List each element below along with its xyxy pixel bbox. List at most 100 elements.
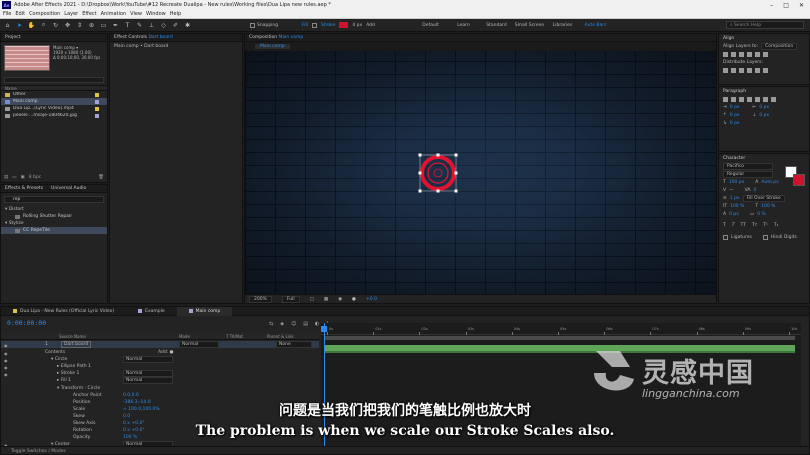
visibility-eye-icon[interactable]: ◉ bbox=[4, 351, 8, 356]
add-button[interactable]: Add: ● bbox=[158, 350, 174, 355]
add-label[interactable]: Add bbox=[366, 23, 375, 28]
fill-label[interactable]: Fill bbox=[302, 23, 308, 28]
fx-item-cc-repetile[interactable]: CC RepeTile bbox=[1, 227, 107, 234]
orbit-camera-icon[interactable]: ↻ bbox=[52, 22, 59, 29]
timeline-tab-example[interactable]: Example bbox=[126, 307, 177, 316]
indent-left-value[interactable]: 0 px bbox=[730, 105, 740, 110]
region-of-interest-icon[interactable]: ▢ bbox=[310, 297, 314, 302]
column-trkmat[interactable]: T TrkMat bbox=[226, 334, 243, 339]
align-text-left-icon[interactable] bbox=[723, 96, 728, 102]
trash-icon[interactable]: 🗑 bbox=[98, 175, 104, 180]
justify-center-icon[interactable] bbox=[755, 96, 760, 102]
dart-board-shape[interactable] bbox=[245, 51, 716, 296]
resolution-dropdown[interactable]: Full bbox=[281, 295, 300, 303]
frame-blending-icon[interactable]: ▤ bbox=[303, 321, 308, 327]
column-name[interactable]: Name bbox=[5, 86, 17, 91]
close-button[interactable]: ✕ bbox=[799, 2, 804, 9]
project-search-input[interactable] bbox=[4, 77, 104, 83]
faux-italic-icon[interactable]: T bbox=[732, 223, 735, 228]
stroke-width-value[interactable]: 4 px bbox=[352, 23, 362, 28]
exposure-value[interactable]: +0.0 bbox=[366, 297, 377, 302]
motion-blur-icon[interactable]: ◐ bbox=[315, 321, 319, 327]
space-after-value[interactable]: 0 px bbox=[759, 113, 769, 118]
fx-category-stylize[interactable]: ▾ Stylize bbox=[1, 220, 107, 227]
menu-view[interactable]: View bbox=[130, 11, 142, 17]
column-mode[interactable]: Mode bbox=[179, 334, 190, 339]
tsume-value[interactable]: 0 % bbox=[757, 212, 766, 217]
first-indent-value[interactable]: 0 px bbox=[730, 121, 740, 126]
property-row[interactable]: ◉ ▸ Ellipse Path 1 bbox=[1, 363, 319, 370]
menu-animation[interactable]: Animation bbox=[101, 11, 127, 17]
comp-mini-flowchart-icon[interactable]: ⇆ bbox=[269, 321, 273, 327]
selection-tool-icon[interactable]: ➤ bbox=[16, 22, 23, 29]
paragraph-title[interactable]: Paragraph bbox=[719, 87, 809, 95]
justify-left-icon[interactable] bbox=[747, 96, 752, 102]
project-item[interactable]: Other bbox=[1, 91, 107, 98]
menu-effect[interactable]: Effect bbox=[82, 11, 96, 17]
pan-camera-icon[interactable]: ✥ bbox=[64, 22, 71, 29]
small-caps-icon[interactable]: Tт bbox=[752, 223, 757, 228]
transparency-grid-icon[interactable]: ▦ bbox=[324, 297, 328, 302]
eraser-tool-icon[interactable]: ◇ bbox=[160, 22, 167, 29]
snapshot-icon[interactable]: ◉ bbox=[338, 297, 342, 302]
label-color-tag[interactable] bbox=[95, 99, 99, 104]
ligatures-checkbox[interactable] bbox=[723, 234, 728, 240]
all-caps-icon[interactable]: TT bbox=[741, 223, 746, 228]
workspace-standard[interactable]: Standard bbox=[480, 23, 513, 28]
distribute-icon[interactable] bbox=[747, 67, 752, 73]
visibility-eye-icon[interactable]: ◉ bbox=[4, 365, 8, 370]
visibility-eye-icon[interactable]: ◉ bbox=[4, 372, 8, 377]
workspace-learn[interactable]: Learn bbox=[447, 23, 480, 28]
project-item[interactable]: pexels-...msaje-1804620.jpg bbox=[1, 112, 107, 119]
dolly-camera-icon[interactable]: ⇕ bbox=[76, 22, 83, 29]
distribute-icon[interactable] bbox=[755, 67, 760, 73]
maximize-button[interactable]: □ bbox=[783, 2, 789, 9]
effects-search-input[interactable]: rep bbox=[4, 196, 104, 203]
align-left-icon[interactable] bbox=[723, 51, 728, 57]
align-layers-to-dropdown[interactable]: Composition bbox=[761, 42, 798, 50]
property-row[interactable]: ◉ ▾ Circle Normal bbox=[1, 356, 319, 364]
font-size-value[interactable]: 100 px bbox=[729, 180, 745, 185]
current-time-display[interactable]: 0:00:00:00 bbox=[7, 319, 46, 327]
align-title[interactable]: Align bbox=[719, 34, 809, 42]
blend-mode-dropdown[interactable]: Normal bbox=[123, 356, 173, 364]
work-area-bar[interactable] bbox=[325, 336, 795, 340]
visibility-eye-icon[interactable] bbox=[4, 379, 8, 383]
layer-mode-dropdown[interactable]: Normal bbox=[179, 341, 219, 348]
stroke-mode-dropdown[interactable]: Fill Over Stroke bbox=[742, 194, 785, 202]
fill-swatch[interactable] bbox=[312, 22, 318, 28]
time-ruler[interactable]: 0s 01s 02s 03s 04s 05s 06s 07s 08s 09s 10s bbox=[321, 327, 801, 335]
tracking-value[interactable]: 0 bbox=[753, 188, 756, 193]
pan-behind-icon[interactable]: ⊛ bbox=[88, 22, 95, 29]
roto-brush-icon[interactable]: ✐ bbox=[172, 22, 179, 29]
align-text-right-icon[interactable] bbox=[739, 96, 744, 102]
layer-row-dart-board[interactable]: ◉ 1 Dart board Normal None bbox=[1, 341, 319, 348]
tab-effect-controls[interactable]: Effect Controls Dart board bbox=[114, 35, 173, 40]
label-color-tag[interactable] bbox=[95, 92, 99, 97]
distribute-icon[interactable] bbox=[739, 67, 744, 73]
interpret-footage-icon[interactable]: ▤ bbox=[4, 175, 8, 180]
project-item[interactable]: Dua Lip...[Lyric Video].mp4 bbox=[1, 105, 107, 112]
menu-help[interactable]: Help bbox=[170, 11, 181, 17]
column-parent-link[interactable]: Parent & Link bbox=[267, 334, 294, 339]
minimize-button[interactable]: – bbox=[770, 2, 773, 9]
property-row[interactable]: Anchor Point 0.0,0.0 bbox=[1, 392, 319, 399]
menu-file[interactable]: File bbox=[3, 11, 11, 17]
menu-layer[interactable]: Layer bbox=[64, 11, 78, 17]
draft-3d-icon[interactable]: ◈ bbox=[280, 321, 284, 327]
visibility-eye-icon[interactable]: ◉ bbox=[4, 343, 8, 348]
fx-category-distort[interactable]: ▾ Distort bbox=[1, 206, 107, 213]
property-value[interactable]: 0.0,0.0 bbox=[123, 393, 139, 398]
justify-right-icon[interactable] bbox=[763, 96, 768, 102]
home-icon[interactable]: ⌂ bbox=[4, 22, 11, 29]
zoom-tool-icon[interactable]: ⌕ bbox=[40, 21, 47, 29]
layer-parent-dropdown[interactable]: None bbox=[276, 341, 312, 348]
comp-breadcrumb[interactable]: Main comp bbox=[255, 43, 290, 49]
hindi-digits-checkbox[interactable] bbox=[762, 234, 768, 240]
stroke-swatch[interactable] bbox=[339, 22, 349, 28]
align-text-center-icon[interactable] bbox=[731, 96, 736, 102]
workspace-small-screen[interactable]: Small Screen bbox=[513, 23, 546, 28]
pen-tool-icon[interactable]: ✒ bbox=[112, 22, 119, 29]
property-row[interactable]: ▸ Fill 1 Normal bbox=[1, 377, 319, 385]
shy-layers-icon[interactable]: ☺ bbox=[291, 321, 296, 327]
